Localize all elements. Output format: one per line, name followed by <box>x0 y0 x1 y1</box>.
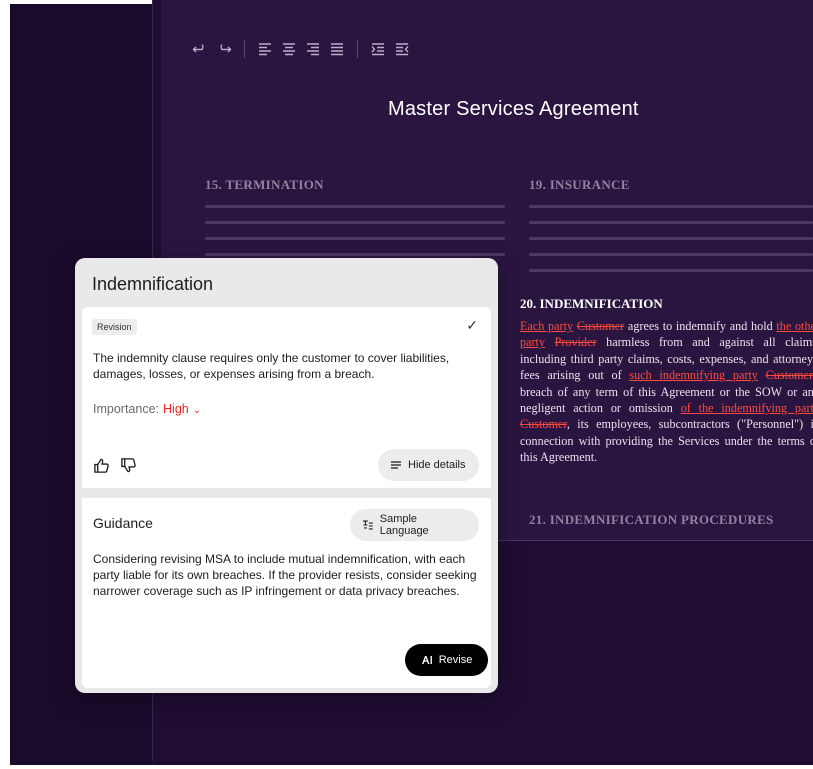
insertion: Each party <box>520 319 574 333</box>
chevron-down-icon[interactable]: ⌄ <box>193 405 201 416</box>
sample-language-label: Sample Language <box>379 513 429 537</box>
outdent-icon[interactable] <box>394 41 410 57</box>
section-heading-insurance: 19. INSURANCE <box>529 177 630 192</box>
revision-badge: Revision <box>92 319 137 335</box>
toolbar-divider <box>357 40 358 58</box>
guidance-title: Guidance <box>93 515 153 531</box>
align-center-icon[interactable] <box>281 41 297 57</box>
issue-description: The indemnity clause requires only the c… <box>93 351 450 381</box>
insertion: of the indemnifying party <box>680 401 813 416</box>
text-placeholder-line <box>529 221 813 224</box>
text-placeholder-line <box>205 253 505 256</box>
text-placeholder-line <box>529 269 813 272</box>
deletion: Customer <box>576 319 625 333</box>
ai-icon <box>421 656 432 664</box>
clause-text: agrees to indemnify and hold <box>624 319 777 333</box>
indent-icon[interactable] <box>370 41 386 57</box>
formatting-toolbar <box>192 40 410 58</box>
text-placeholder-line <box>529 205 813 208</box>
insertion: such indemnifying party <box>629 368 758 383</box>
importance-row: Importance: High ⌄ <box>93 402 201 416</box>
thumbs-up-icon[interactable] <box>93 457 110 479</box>
revise-button[interactable]: Revise <box>405 644 488 676</box>
redo-icon[interactable] <box>216 41 232 57</box>
document-title: Master Services Agreement <box>388 98 639 120</box>
sample-language-icon <box>362 520 373 530</box>
align-right-icon[interactable] <box>305 41 321 57</box>
deletion: Customer <box>765 368 813 383</box>
toolbar-divider <box>244 40 245 58</box>
sample-language-button[interactable]: Sample Language <box>350 509 479 541</box>
card-title: Indemnification <box>92 274 214 294</box>
undo-icon[interactable] <box>192 41 208 57</box>
deletion: Provider <box>554 335 597 350</box>
issue-panel: Revision ✓ The indemnity clause requires… <box>82 307 491 488</box>
text-placeholder-line <box>205 221 505 224</box>
text-placeholder-line <box>205 205 505 208</box>
section-heading-indemnification-procedures: 21. INDEMNIFICATION PROCEDURES <box>529 512 774 527</box>
importance-label: Importance: <box>93 402 160 416</box>
align-justify-icon[interactable] <box>329 41 345 57</box>
issue-card: Indemnification Revision ✓ The indemnity… <box>75 258 498 693</box>
guidance-text: Considering revising MSA to include mutu… <box>93 552 477 598</box>
section-heading-termination: 15. TERMINATION <box>205 177 324 192</box>
text-placeholder-line <box>529 237 813 240</box>
thumbs-down-icon[interactable] <box>120 457 137 479</box>
importance-dropdown[interactable]: High <box>163 402 189 416</box>
section-heading-indemnification: 20. INDEMNIFICATION <box>520 296 663 311</box>
revise-label: Revise <box>438 654 473 666</box>
feedback-buttons <box>93 457 137 479</box>
text-placeholder-line <box>529 253 813 256</box>
checkmark-icon[interactable]: ✓ <box>466 317 478 334</box>
text-placeholder-line <box>205 237 505 240</box>
indemnification-clause-text: Each party Customer agrees to indemnify … <box>520 318 813 466</box>
hide-details-button[interactable]: Hide details <box>378 449 479 481</box>
deletion: Customer <box>520 417 567 432</box>
lines-icon <box>391 461 401 469</box>
hide-details-label: Hide details <box>408 459 466 471</box>
align-left-icon[interactable] <box>257 41 273 57</box>
guidance-panel: Guidance Sample Language Considering rev… <box>82 498 491 688</box>
